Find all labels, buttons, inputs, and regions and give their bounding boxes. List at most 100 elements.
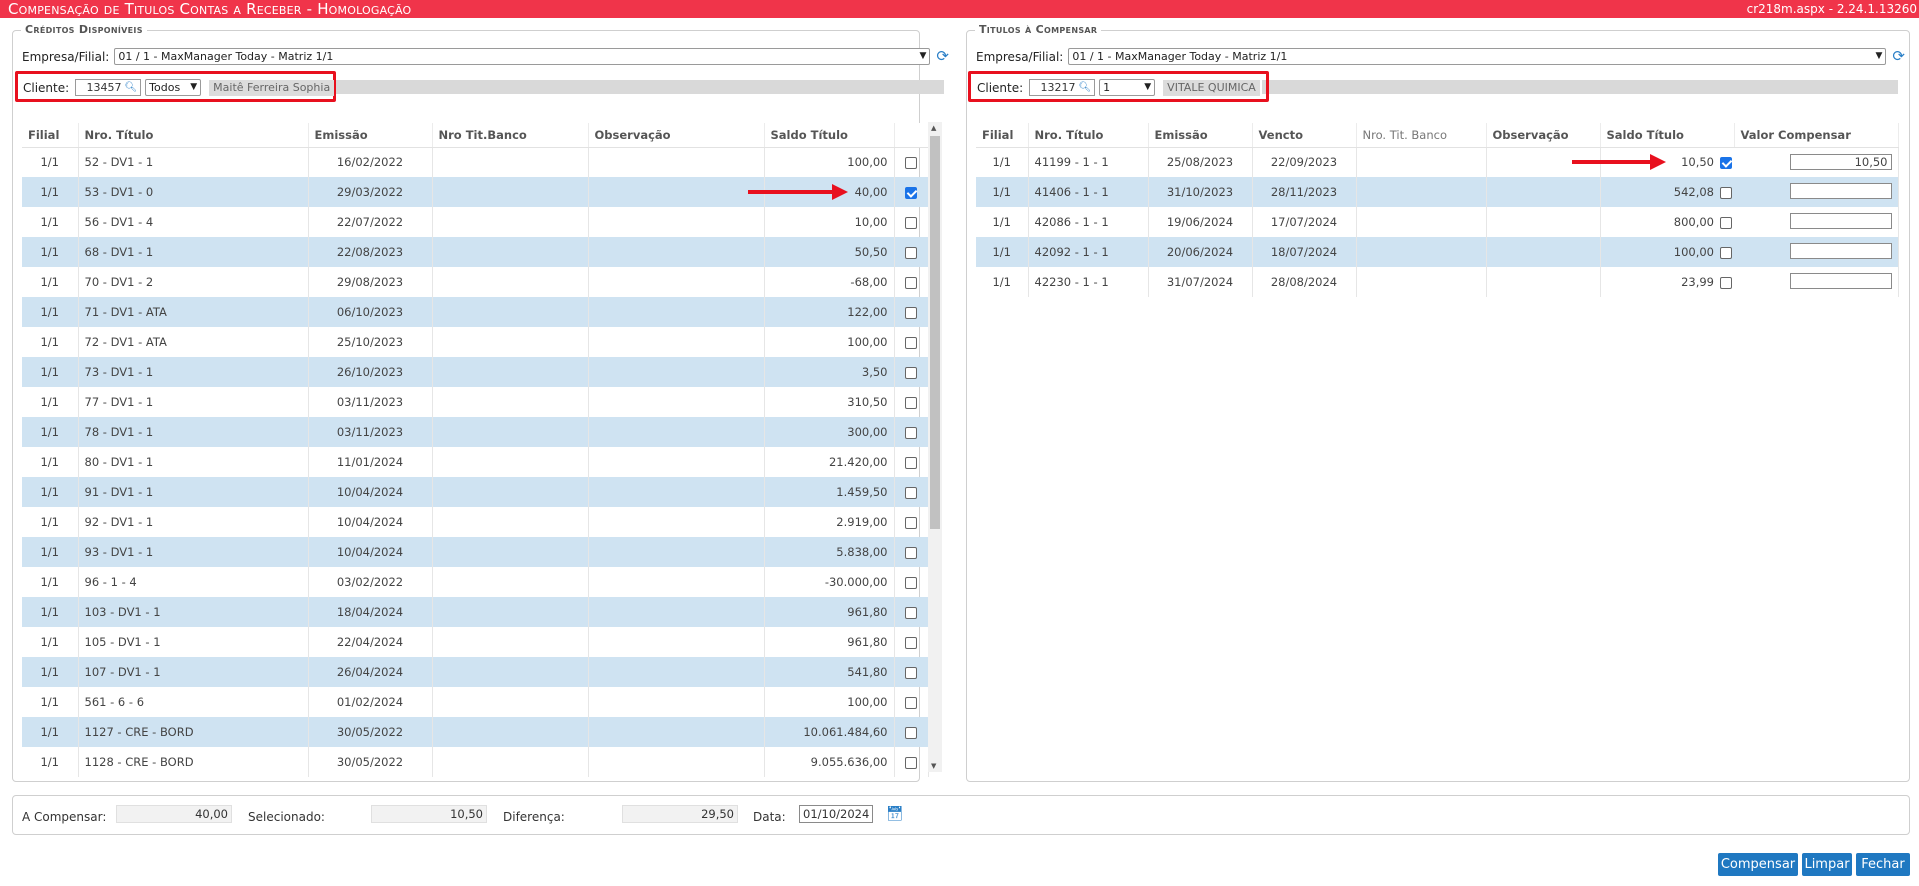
- row-checkbox[interactable]: [1720, 156, 1732, 169]
- valor-compensar-input[interactable]: 10,50: [1789, 154, 1892, 171]
- row-checkbox[interactable]: [905, 726, 917, 739]
- diferenca-label: Diferença:: [503, 810, 565, 824]
- row-checkbox[interactable]: [1720, 186, 1732, 199]
- table-row[interactable]: 1/1 561 - 6 - 6 01/02/2024 100,00: [22, 687, 929, 717]
- row-checkbox[interactable]: [905, 246, 917, 259]
- table-row[interactable]: 1/1 42230 - 1 - 1 31/07/2024 28/08/2024 23,9…: [976, 267, 1899, 297]
- table-row[interactable]: 1/1 73 - DV1 - 1 26/10/2023 3,50: [22, 357, 929, 387]
- right-cliente-code-input[interactable]: 13217 🔍︎: [1029, 79, 1096, 96]
- right-cliente-bar: [1262, 80, 1898, 94]
- col-nro-tit-banco[interactable]: Nro. Tit. Banco: [1356, 123, 1487, 148]
- scrollbar-thumb[interactable]: [930, 136, 940, 529]
- limpar-button[interactable]: Limpar: [1802, 853, 1852, 876]
- table-row[interactable]: 1/1 105 - DV1 - 1 22/04/2024 961,80: [22, 627, 929, 657]
- table-row[interactable]: 1/1 42092 - 1 - 1 20/06/2024 18/07/2024 100,…: [976, 237, 1899, 267]
- cell-select: [894, 357, 929, 387]
- valor-compensar-input[interactable]: [1789, 272, 1892, 289]
- table-row[interactable]: 1/1 41199 - 1 - 1 25/08/2023 22/09/2023 10,5…: [976, 147, 1899, 177]
- table-row[interactable]: 1/1 96 - 1 - 4 03/02/2022 -30.000,00: [22, 567, 929, 597]
- creditos-scrollbar[interactable]: ▲ ▼: [928, 122, 942, 772]
- right-filter-select[interactable]: 1 ▼: [1099, 79, 1156, 96]
- table-row[interactable]: 1/1 1127 - CRE - BORD 30/05/2022 10.061.484…: [22, 717, 929, 747]
- refresh-icon[interactable]: ⟳: [936, 49, 949, 64]
- col-observacao[interactable]: Observação: [1486, 123, 1601, 148]
- col-emissao[interactable]: Emissão: [308, 123, 433, 148]
- col-saldo-titulo[interactable]: Saldo Título: [1600, 123, 1735, 148]
- table-row[interactable]: 1/1 72 - DV1 - ATA 25/10/2023 100,00: [22, 327, 929, 357]
- cell-filial: 1/1: [22, 657, 79, 687]
- refresh-icon[interactable]: ⟳: [1892, 49, 1905, 64]
- fechar-button[interactable]: Fechar: [1856, 853, 1910, 876]
- table-row[interactable]: 1/1 93 - DV1 - 1 10/04/2024 5.838,00: [22, 537, 929, 567]
- table-row[interactable]: 1/1 71 - DV1 - ATA 06/10/2023 122,00: [22, 297, 929, 327]
- row-checkbox[interactable]: [905, 366, 917, 379]
- col-emissao[interactable]: Emissão: [1148, 123, 1253, 148]
- calendar-icon[interactable]: 📅︎: [886, 806, 904, 822]
- row-checkbox[interactable]: [905, 696, 917, 709]
- left-cliente-code-input[interactable]: 13457 🔍︎: [75, 79, 142, 96]
- row-checkbox[interactable]: [905, 306, 917, 319]
- left-empresa-select[interactable]: 01 / 1 - MaxManager Today - Matriz 1/1 ▼: [114, 48, 931, 65]
- col-valor-compensar[interactable]: Valor Compensar: [1734, 123, 1899, 148]
- table-row[interactable]: 1/1 1128 - CRE - BORD 30/05/2022 9.055.636,…: [22, 747, 929, 777]
- table-row[interactable]: 1/1 103 - DV1 - 1 18/04/2024 961,80: [22, 597, 929, 627]
- scroll-up-icon[interactable]: ▲: [931, 124, 936, 132]
- row-checkbox[interactable]: [905, 756, 917, 769]
- row-checkbox[interactable]: [1720, 276, 1732, 289]
- cell-observacao: [1486, 207, 1601, 237]
- table-row[interactable]: 1/1 92 - DV1 - 1 10/04/2024 2.919,00: [22, 507, 929, 537]
- scroll-down-icon[interactable]: ▼: [931, 762, 936, 770]
- search-icon[interactable]: 🔍︎: [124, 80, 137, 95]
- row-checkbox[interactable]: [905, 516, 917, 529]
- cell-filial: 1/1: [22, 477, 79, 507]
- table-row[interactable]: 1/1 68 - DV1 - 1 22/08/2023 50,50: [22, 237, 929, 267]
- row-checkbox[interactable]: [905, 336, 917, 349]
- left-filter-select[interactable]: Todos ▼: [145, 79, 202, 96]
- cell-emissao: 30/05/2022: [308, 747, 433, 777]
- cell-saldo-titulo: 542,08: [1600, 177, 1734, 207]
- row-checkbox[interactable]: [905, 606, 917, 619]
- table-row[interactable]: 1/1 80 - DV1 - 1 11/01/2024 21.420,00: [22, 447, 929, 477]
- table-row[interactable]: 1/1 41406 - 1 - 1 31/10/2023 28/11/2023 542,…: [976, 177, 1899, 207]
- col-nro-titulo[interactable]: Nro. Título: [78, 123, 309, 148]
- table-row[interactable]: 1/1 78 - DV1 - 1 03/11/2023 300,00: [22, 417, 929, 447]
- table-row[interactable]: 1/1 52 - DV1 - 1 16/02/2022 100,00: [22, 147, 929, 177]
- cell-saldo-titulo: 10.061.484,60: [764, 717, 895, 747]
- table-row[interactable]: 1/1 56 - DV1 - 4 22/07/2022 10,00: [22, 207, 929, 237]
- row-checkbox[interactable]: [905, 456, 917, 469]
- table-row[interactable]: 1/1 70 - DV1 - 2 29/08/2023 -68,00: [22, 267, 929, 297]
- data-input[interactable]: 01/10/2024: [799, 805, 873, 823]
- table-row[interactable]: 1/1 91 - DV1 - 1 10/04/2024 1.459,50: [22, 477, 929, 507]
- row-checkbox[interactable]: [905, 396, 917, 409]
- col-nro-tit-banco[interactable]: Nro Tit.Banco: [432, 123, 589, 148]
- col-nro-titulo[interactable]: Nro. Título: [1028, 123, 1149, 148]
- valor-compensar-input[interactable]: [1789, 212, 1892, 229]
- search-icon[interactable]: 🔍︎: [1078, 80, 1091, 95]
- saldo-value: 23,99: [1681, 275, 1714, 289]
- table-row[interactable]: 1/1 77 - DV1 - 1 03/11/2023 310,50: [22, 387, 929, 417]
- row-checkbox[interactable]: [905, 156, 917, 169]
- right-empresa-select[interactable]: 01 / 1 - MaxManager Today - Matriz 1/1 ▼: [1068, 48, 1887, 65]
- col-filial[interactable]: Filial: [976, 123, 1029, 148]
- row-checkbox[interactable]: [905, 276, 917, 289]
- row-checkbox[interactable]: [905, 546, 917, 559]
- row-checkbox[interactable]: [905, 216, 917, 229]
- compensar-button[interactable]: Compensar: [1718, 853, 1798, 876]
- row-checkbox[interactable]: [905, 186, 917, 199]
- col-filial[interactable]: Filial: [22, 123, 79, 148]
- row-checkbox[interactable]: [905, 666, 917, 679]
- cell-filial: 1/1: [976, 237, 1029, 267]
- row-checkbox[interactable]: [905, 576, 917, 589]
- row-checkbox[interactable]: [905, 486, 917, 499]
- col-saldo-titulo[interactable]: Saldo Título: [764, 123, 895, 148]
- row-checkbox[interactable]: [905, 426, 917, 439]
- valor-compensar-input[interactable]: [1789, 182, 1892, 199]
- table-row[interactable]: 1/1 42086 - 1 - 1 19/06/2024 17/07/2024 800,…: [976, 207, 1899, 237]
- table-row[interactable]: 1/1 107 - DV1 - 1 26/04/2024 541,80: [22, 657, 929, 687]
- col-observacao[interactable]: Observação: [588, 123, 765, 148]
- valor-compensar-input[interactable]: [1789, 242, 1892, 259]
- row-checkbox[interactable]: [905, 636, 917, 649]
- row-checkbox[interactable]: [1720, 246, 1732, 259]
- row-checkbox[interactable]: [1720, 216, 1732, 229]
- col-vencto[interactable]: Vencto: [1252, 123, 1357, 148]
